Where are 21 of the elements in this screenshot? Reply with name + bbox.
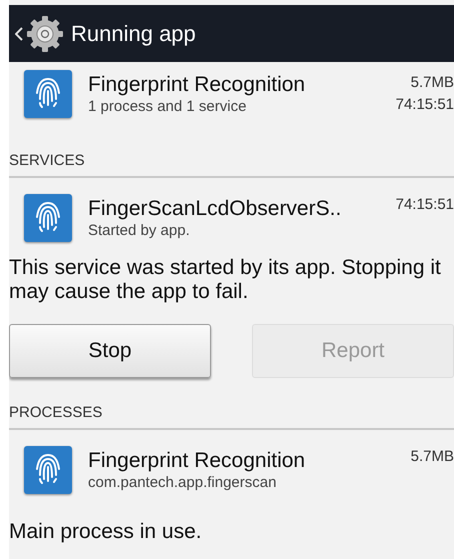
run-time: 74:15:51 [396, 95, 454, 115]
service-status: Started by app. [88, 220, 191, 240]
process-name: Fingerprint Recognition [88, 448, 306, 472]
fingerprint-icon [23, 69, 73, 119]
run-time: 74:15:51 [396, 195, 454, 215]
action-button[interactable]: Stop [9, 324, 211, 378]
chevron-left-icon [15, 26, 23, 40]
fingerprint-icon [23, 445, 73, 495]
section-title: PROCESSES [9, 404, 102, 420]
process-description: Main process in use. [9, 520, 203, 544]
fingerprint-icon [23, 193, 73, 243]
memory-size: 5.7MB [410, 447, 454, 467]
app-name: Fingerprint Recognition [88, 72, 306, 96]
section-title: SERVICES [9, 152, 85, 168]
service-description: This service was started by its app. Stopping it may cause the app to fail. [9, 256, 442, 304]
service-name: FingerScanLcdObserverS.. [88, 196, 342, 220]
package-name: com.pantech.app.fingerscan [88, 472, 278, 492]
settings-icon [25, 14, 65, 54]
screen-title: Running app [71, 20, 196, 46]
memory-size: 5.7MB [410, 73, 454, 93]
app-summary: 1 process and 1 service [88, 96, 248, 116]
